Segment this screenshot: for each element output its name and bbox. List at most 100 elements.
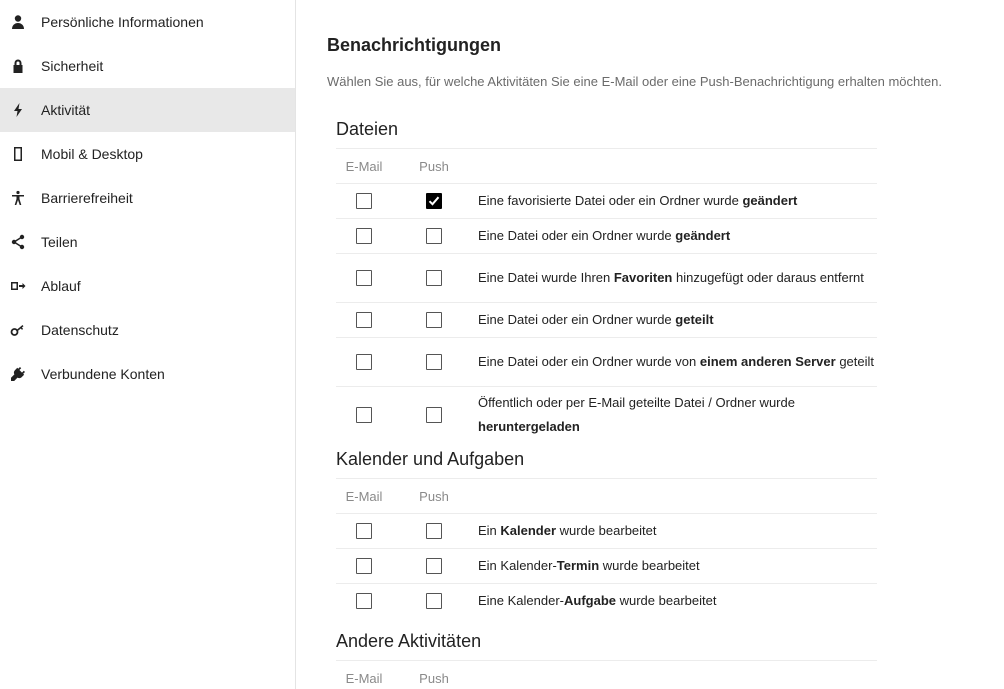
sidebar-item-lightning[interactable]: Aktivität [0,88,295,132]
accessibility-icon [10,190,26,206]
sidebar-nav: Persönliche Informationen Sicherheit Aktiv… [0,0,295,396]
email-checkbox[interactable] [356,593,372,609]
push-checkbox[interactable] [426,354,442,370]
column-header-push: Push [419,158,449,174]
page-description: Wählen Sie aus, für welche Aktivitäten S… [327,74,942,89]
email-checkbox[interactable] [356,407,372,423]
share-icon [10,234,26,250]
section-title: Kalender und Aufgaben [336,449,525,469]
push-checkbox[interactable] [426,270,442,286]
notification-label: Eine Datei wurde Ihren Favoriten hinzuge… [476,262,877,294]
column-header: E-Mail Push [336,148,877,183]
push-checkbox[interactable] [426,558,442,574]
sidebar-item-phone[interactable]: Mobil & Desktop [0,132,295,176]
page-title: Benachrichtigungen [327,35,502,55]
email-cell [336,558,392,574]
email-checkbox[interactable] [356,558,372,574]
column-header-email: E-Mail [345,488,383,504]
notification-row: Eine favorisierte Datei oder ein Ordner … [336,183,877,218]
label-text: Eine Datei oder ein Ordner wurde [478,228,676,243]
lock-icon [10,58,26,74]
label-text: Eine Datei oder ein Ordner wurde von [478,354,700,369]
notification-label: Eine Kalender-Aufgabe wurde bearbeitet [476,585,877,617]
label-emphasis: Favoriten [613,270,673,285]
label-emphasis: heruntergeladen [478,419,580,434]
notification-label: Öffentlich oder per E-Mail geteilte Date… [476,387,877,443]
push-checkbox[interactable] [426,523,442,539]
push-cell [392,593,476,609]
main-content: Benachrichtigungen Wählen Sie aus, für w… [296,0,1004,689]
label-text: Ein [478,523,501,538]
notification-row: Ein Kalender wurde bearbeitet [336,513,877,548]
notification-label: Ein Kalender-Termin wurde bearbeitet [476,550,877,582]
push-cell [392,193,476,209]
email-checkbox[interactable] [356,523,372,539]
column-header-push: Push [419,670,449,686]
sidebar-item-flow[interactable]: Ablauf [0,264,295,308]
label-text: Eine Kalender- [478,593,564,608]
sidebar-item-label: Datenschutz [41,322,119,338]
email-checkbox[interactable] [356,312,372,328]
sidebar-item-plug[interactable]: Verbundene Konten [0,352,295,396]
label-emphasis: einem anderen Server [699,354,836,369]
label-text: geteilt [835,354,875,369]
column-header-push: Push [419,488,449,504]
notification-label: Eine Datei oder ein Ordner wurde geteilt [476,304,877,336]
key-icon [10,322,26,338]
label-text: Eine Datei oder ein Ordner wurde [478,312,676,327]
email-checkbox[interactable] [356,228,372,244]
sidebar-item-label: Aktivität [41,102,91,118]
sidebar-item-label: Persönliche Informationen [41,14,204,30]
email-cell [336,312,392,328]
sidebar-item-person[interactable]: Persönliche Informationen [0,0,295,44]
label-emphasis: geändert [742,193,798,208]
email-cell [336,523,392,539]
sidebar-item-label: Sicherheit [41,58,104,74]
notification-label: Eine favorisierte Datei oder ein Ordner … [476,185,877,217]
push-checkbox[interactable] [426,407,442,423]
email-checkbox[interactable] [356,270,372,286]
email-cell [336,407,392,423]
email-checkbox[interactable] [356,193,372,209]
sidebar-item-label: Teilen [41,234,78,250]
lightning-icon [10,102,26,118]
label-emphasis: Kalender [500,523,557,538]
sidebar-item-label: Barrierefreiheit [41,190,133,206]
sidebar-item-lock[interactable]: Sicherheit [0,44,295,88]
label-text: wurde bearbeitet [599,558,700,573]
push-cell [392,354,476,370]
label-text: hinzugefügt oder daraus entfernt [672,270,864,285]
notification-row: Ein Kalender-Termin wurde bearbeitet [336,548,877,583]
push-checkbox[interactable] [426,228,442,244]
notification-row: Eine Datei oder ein Ordner wurde von ein… [336,337,877,386]
column-header: E-Mail Push [336,660,877,689]
push-cell [392,228,476,244]
notification-label: Eine Datei oder ein Ordner wurde von ein… [476,346,877,378]
push-checkbox[interactable] [426,193,442,209]
notification-row: Öffentlich oder per E-Mail geteilte Date… [336,386,877,443]
section-title: Andere Aktivitäten [336,631,482,651]
email-checkbox[interactable] [356,354,372,370]
notification-row: Eine Datei oder ein Ordner wurde geänder… [336,218,877,253]
push-cell [392,558,476,574]
sidebar-item-accessibility[interactable]: Barrierefreiheit [0,176,295,220]
label-emphasis: geändert [675,228,731,243]
person-icon [10,14,26,30]
plug-icon [10,366,26,382]
notification-label: Eine Datei oder ein Ordner wurde geänder… [476,220,877,252]
sidebar-item-key[interactable]: Datenschutz [0,308,295,352]
flow-icon [10,278,26,294]
label-text: Öffentlich oder per E-Mail geteilte Date… [478,395,795,410]
notification-row: Eine Datei oder ein Ordner wurde geteilt [336,302,877,337]
notification-section: Andere Aktivitäten E-Mail Push [336,622,877,689]
push-checkbox[interactable] [426,593,442,609]
push-checkbox[interactable] [426,312,442,328]
sidebar-item-share[interactable]: Teilen [0,220,295,264]
phone-icon [10,146,26,162]
notification-row: Eine Datei wurde Ihren Favoriten hinzuge… [336,253,877,302]
label-emphasis: Termin [556,558,600,573]
label-text: wurde bearbeitet [556,523,657,538]
notification-section: Dateien E-Mail Push Eine favorisierte Datei… [336,110,877,443]
sidebar-item-label: Mobil & Desktop [41,146,143,162]
label-text: Eine favorisierte Datei oder ein Ordner … [478,193,743,208]
